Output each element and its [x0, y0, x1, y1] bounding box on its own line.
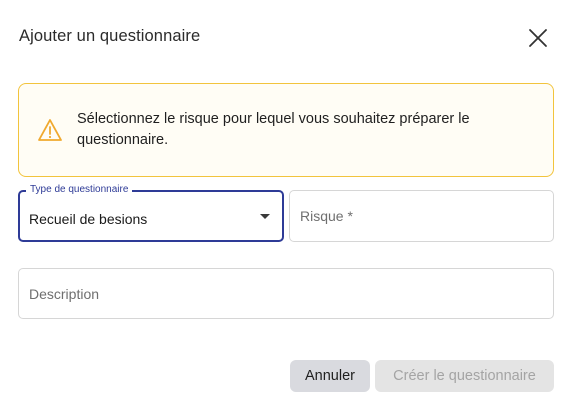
close-button[interactable]	[524, 24, 552, 52]
questionnaire-type-label: Type de questionnaire	[26, 184, 133, 195]
dialog-title: Ajouter un questionnaire	[19, 27, 201, 45]
questionnaire-type-select[interactable]: Type de questionnaire Recueil de besions	[18, 184, 284, 242]
risque-placeholder: Risque *	[300, 208, 353, 224]
description-placeholder: Description	[29, 286, 100, 302]
create-questionnaire-button[interactable]: Créer le questionnaire	[375, 360, 554, 392]
warning-alert: Sélectionnez le risque pour lequel vous …	[18, 83, 554, 177]
warning-icon	[38, 119, 62, 141]
dropdown-arrow-icon[interactable]	[260, 214, 270, 219]
description-input[interactable]: Description	[18, 268, 554, 319]
questionnaire-type-value: Recueil de besions	[29, 211, 148, 227]
add-questionnaire-dialog: Ajouter un questionnaire Sélectionnez le…	[0, 0, 568, 417]
risque-input[interactable]: Risque *	[289, 190, 554, 242]
close-icon[interactable]	[527, 27, 549, 49]
alert-message: Sélectionnez le risque pour lequel vous …	[77, 111, 470, 148]
cancel-button[interactable]: Annuler	[290, 360, 370, 392]
